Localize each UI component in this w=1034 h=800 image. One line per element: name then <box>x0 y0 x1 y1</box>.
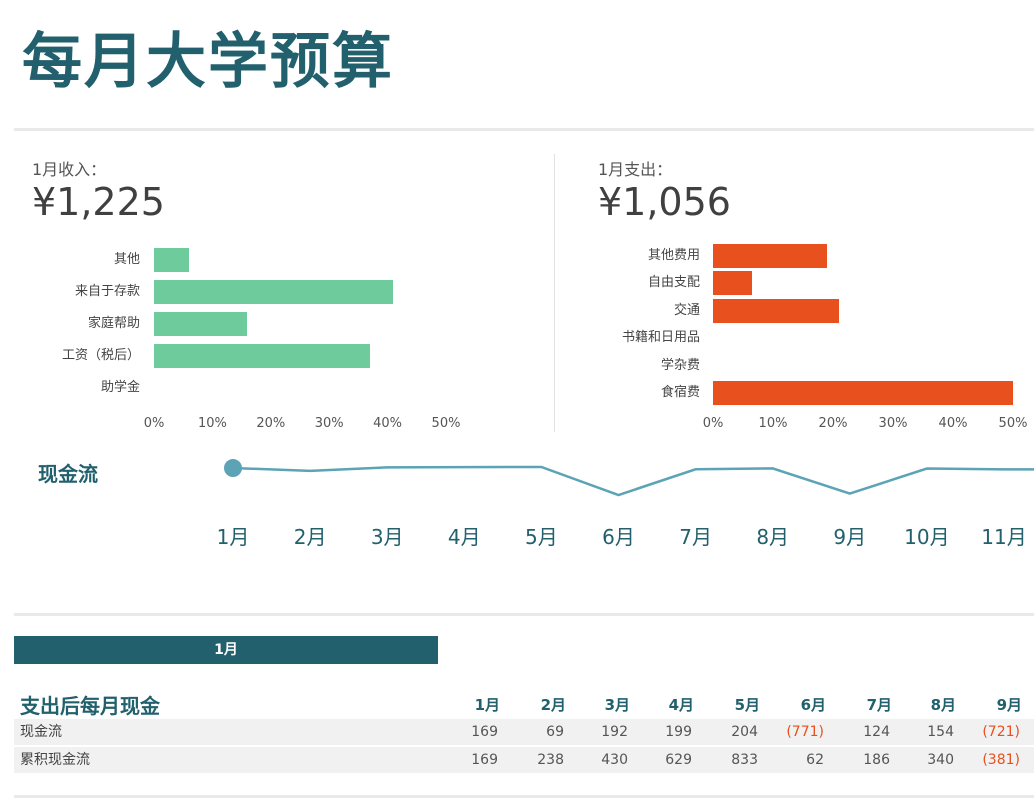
income-value: ¥1,225 <box>32 180 165 224</box>
table-cell: 69 <box>546 724 564 740</box>
month-tick: 3月 <box>370 525 404 549</box>
divider <box>14 613 1034 616</box>
month-tick: 1月 <box>216 525 250 549</box>
axis-tick: 10% <box>758 416 788 432</box>
month-tick: 6月 <box>602 525 635 549</box>
column-header: 6月 <box>800 696 826 714</box>
table-cell: 124 <box>863 724 890 740</box>
table-cell: (721) <box>982 724 1020 740</box>
column-header: 5月 <box>734 696 760 714</box>
column-header: 4月 <box>668 696 694 714</box>
bar-label: 书籍和日用品 <box>621 330 700 346</box>
column-header: 8月 <box>930 696 956 714</box>
month-tick: 7月 <box>679 525 712 549</box>
axis-tick: 30% <box>878 416 908 432</box>
month-tick: 11月 <box>981 525 1027 549</box>
expense-label: 1月支出： <box>598 160 673 179</box>
table-cell: 204 <box>731 724 758 740</box>
table-cell: 238 <box>537 752 564 768</box>
axis-tick: 20% <box>818 416 848 432</box>
column-header: 3月 <box>604 696 630 714</box>
cashflow-line <box>232 465 1034 497</box>
axis-tick: 20% <box>256 416 286 431</box>
table-cell: 154 <box>927 724 954 740</box>
month-tick: 5月 <box>525 525 558 549</box>
month-tick: 4月 <box>447 525 481 549</box>
axis-tick: 0% <box>143 416 165 431</box>
table-cell: 192 <box>601 724 628 740</box>
divider <box>14 128 1034 131</box>
table-cell: 430 <box>601 752 628 768</box>
axis-tick: 40% <box>373 416 403 431</box>
table-cell: (771) <box>786 724 824 740</box>
table-cell: 186 <box>863 752 890 768</box>
column-header: 2月 <box>540 696 566 714</box>
bar-label: 交通 <box>673 302 700 318</box>
table-cell: 199 <box>665 724 692 740</box>
axis-tick: 40% <box>938 416 968 432</box>
divider <box>14 795 1034 798</box>
axis-tick: 30% <box>314 416 344 431</box>
bar-label: 食宿费 <box>660 385 700 400</box>
page-title: 每月大学预算 <box>22 27 394 97</box>
axis-tick: 50% <box>431 416 461 431</box>
table-cell: 169 <box>471 752 498 768</box>
table-cell: (381) <box>982 752 1020 768</box>
table-cell: 629 <box>665 752 692 768</box>
axis-tick: 0% <box>702 416 724 432</box>
month-tick: 10月 <box>904 525 950 549</box>
cashflow-marker[interactable] <box>224 459 242 478</box>
bar-label: 自由支配 <box>647 275 700 291</box>
column-header: 9月 <box>996 696 1022 714</box>
table-cell: 62 <box>806 752 824 768</box>
table-title: 支出后每月现金 <box>20 694 160 718</box>
axis-tick: 50% <box>998 416 1028 432</box>
month-tick: 9月 <box>833 525 867 549</box>
cashflow-chart <box>224 459 1034 497</box>
row-label: 累积现金流 <box>20 752 90 768</box>
month-tick: 2月 <box>293 525 327 549</box>
bar-label: 其他费用 <box>647 248 700 263</box>
month-selector[interactable]: 1月 <box>14 636 438 664</box>
bar <box>713 244 827 268</box>
expense-value: ¥1,056 <box>598 180 731 224</box>
axis-tick: 10% <box>197 416 227 431</box>
bar <box>713 271 752 296</box>
bar <box>713 381 1013 405</box>
bar-label: 学杂费 <box>660 357 700 373</box>
table-cell: 169 <box>471 724 498 740</box>
column-header: 7月 <box>866 696 892 714</box>
column-header: 1月 <box>474 696 500 714</box>
table-cell: 833 <box>731 752 758 768</box>
bar <box>713 298 839 323</box>
month-tick: 8月 <box>756 525 790 549</box>
row-label: 现金流 <box>20 724 62 740</box>
income-label: 1月收入： <box>32 160 107 179</box>
table-cell: 340 <box>927 752 954 768</box>
